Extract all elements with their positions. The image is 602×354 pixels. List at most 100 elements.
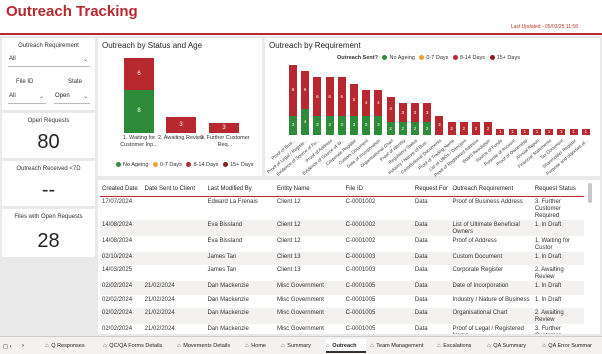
table-row[interactable]: 02/02/2024 21/02/2024 Dan Mackenzie Misc Go… [100,308,584,324]
table-row[interactable]: 14/08/2024 Eva Bissland Client 12 C-0001002… [100,236,584,252]
table-cell: Misc Government [274,281,344,295]
req-bar-15plus[interactable]: 2 [459,122,468,135]
x-tick-label: 3. Further Customer Req... [200,135,250,148]
bar-value-label: 2 [462,125,466,131]
column-header[interactable]: Last Modified By [205,182,274,196]
req-bar-no-ageing[interactable]: 2 [386,122,395,135]
req-bar-no-ageing[interactable]: 3 [350,115,358,135]
tab-summary[interactable]: ⌂ Summary [281,339,323,353]
bar-value-label: 6 [316,93,319,99]
column-header[interactable]: Entity Name [275,182,344,196]
req-bar-15plus[interactable]: 1 [496,128,505,135]
req-bar-15plus[interactable]: 3 [411,103,419,123]
bar-value-label: 4 [389,106,392,112]
filters-card: Outreach Requirement All ⌄ File ID State … [2,38,95,110]
req-bar-15plus[interactable]: 3 [423,103,432,123]
req-bar-15plus[interactable]: 8 [289,64,297,116]
tab-icon: ⌂ [326,343,332,349]
req-bar-15plus[interactable]: 2 [484,122,493,135]
tab-nav-prev-icon[interactable]: ◻ ‹ [3,339,12,353]
req-bar-15plus[interactable]: 5 [350,83,358,116]
bar-waiting-noageing[interactable]: 8 [124,90,154,133]
table-cell: 14/08/2024 [102,237,133,244]
bar-awaiting-15plus[interactable]: 3 [166,117,196,133]
tab-qa-error-summar[interactable]: ⌂ QA Error Summar [542,339,598,353]
tab-nav-next-icon[interactable]: › [22,339,24,353]
req-bar-no-ageing[interactable]: 2 [423,122,432,135]
tab-escalations[interactable]: ⌂ Escalations [437,339,483,353]
req-bar-15plus[interactable]: 1 [569,128,578,135]
req-bar-15plus[interactable]: 1 [508,128,517,135]
tab-q-responses[interactable]: ⌂ Q Responses [45,339,100,353]
tab-qc-qa-forms-details[interactable]: ⌂ QC/QA Forms Details [103,339,175,353]
tab-icon: ⌂ [370,343,376,349]
table-row[interactable]: 14/08/2024 Eva Bissland Client 12 C-0001002… [100,219,584,236]
req-bar-15plus[interactable]: 6 [337,77,346,116]
req-bar-15plus[interactable]: 6 [301,71,310,110]
req-bar-15plus[interactable]: 4 [362,90,371,116]
table-scrollbar[interactable] [588,183,592,203]
tab-qa-summary[interactable]: ⌂ QA Summary [487,339,537,353]
req-bar-15plus[interactable]: 4 [386,96,395,123]
req-bar-15plus[interactable]: 1 [520,128,529,135]
req-bar-no-ageing[interactable]: 2 [411,122,419,135]
req-bar-no-ageing[interactable]: 3 [362,115,371,135]
column-header[interactable]: Created Date [100,182,143,196]
table-row[interactable]: 02/02/2024 21/02/2024 Dan Mackenzie Misc Go… [100,324,584,334]
tab-team-management[interactable]: ⌂ Team Management [370,339,433,353]
req-bar-no-ageing[interactable]: 3 [337,115,346,135]
bar-value-label: 3 [425,109,429,115]
table-row[interactable]: 14/03/2025 James Tan Client 13 C-0001003 Dat… [100,265,584,281]
table-row[interactable]: 02/02/2024 21/02/2024 Dan Mackenzie Misc Go… [100,295,584,309]
column-header[interactable]: Request Status [533,182,584,196]
req-bar-15plus[interactable]: 3 [398,103,407,123]
file-id-dropdown[interactable]: All ⌄ [8,93,46,104]
bar-value-label: 3 [291,122,295,128]
req-bar-no-ageing[interactable]: 3 [325,115,334,135]
table-row[interactable]: 02/02/2024 21/02/2024 Dan Mackenzie Misc Go… [100,281,584,295]
table-row[interactable]: 17/07/2024 Edward La Frenais Client 12 C-00… [100,196,584,220]
table-cell: 14/03/2025 [102,267,133,273]
req-bar-no-ageing[interactable]: 3 [289,115,297,135]
legend-dot [489,55,495,61]
req-bar-15plus[interactable]: 1 [557,128,566,135]
column-header[interactable]: Outreach Requirement [450,182,532,196]
req-bar-no-ageing[interactable]: 2 [398,122,407,135]
column-header[interactable]: Request For [413,182,451,196]
bar-value-label: 3 [328,122,331,128]
table-cell: Custom Document [450,251,533,265]
bar-waiting-15plus[interactable]: 6 [124,58,154,90]
table-cell: 3. Further Customer Required [534,198,561,219]
table-cell: 02/02/2024 [100,308,143,324]
req-bar-15plus[interactable]: 2 [447,122,456,135]
table-row[interactable]: 02/10/2024 James Tan Client 13 C-0001003 Dat… [100,251,584,265]
outreach-requirement-dropdown[interactable]: All ⌄ [8,56,90,67]
req-bar-15plus[interactable]: 1 [545,128,554,135]
req-bar-no-ageing[interactable]: 3 [374,115,383,135]
table-cell: Dan Mackenzie [205,281,275,295]
state-label: State [68,79,83,85]
table-cell [143,236,206,252]
column-header[interactable]: File ID [344,182,413,196]
req-bar-no-ageing[interactable]: 3 [313,115,322,135]
last-updated-text: Last Updated - 05/03/25 11:58 [510,24,578,30]
bar-value-label: 1 [560,128,563,134]
tab-outreach[interactable]: ⌂ Outreach [326,339,366,353]
req-bar-15plus[interactable]: 1 [533,128,541,135]
req-bar-15plus[interactable]: 2 [472,122,480,135]
table-cell: List of Ultimate Beneficial Owners [450,219,533,236]
req-bar-15plus[interactable]: 1 [581,128,590,135]
bar-further-15plus[interactable]: 3 [209,123,239,133]
table-cell [143,196,206,220]
req-bar-15plus[interactable]: 6 [313,77,322,116]
requests-table: Created Date Date Sent to Client Last Mo… [100,182,584,334]
req-bar-15plus[interactable]: 6 [325,77,334,116]
state-dropdown[interactable]: Open ⌄ [54,93,90,104]
column-header[interactable]: Date Sent to Client [143,182,206,196]
req-bar-15plus[interactable]: 3 [435,115,444,135]
tab-movements-details[interactable]: ⌂ Movements Details [177,339,243,353]
requests-table-card: Created Date Date Sent to Client Last Mo… [98,180,600,334]
req-bar-no-ageing[interactable]: 4 [301,109,310,135]
req-bar-15plus[interactable]: 4 [374,90,383,116]
tab-home[interactable]: ⌂ Home [245,339,278,353]
